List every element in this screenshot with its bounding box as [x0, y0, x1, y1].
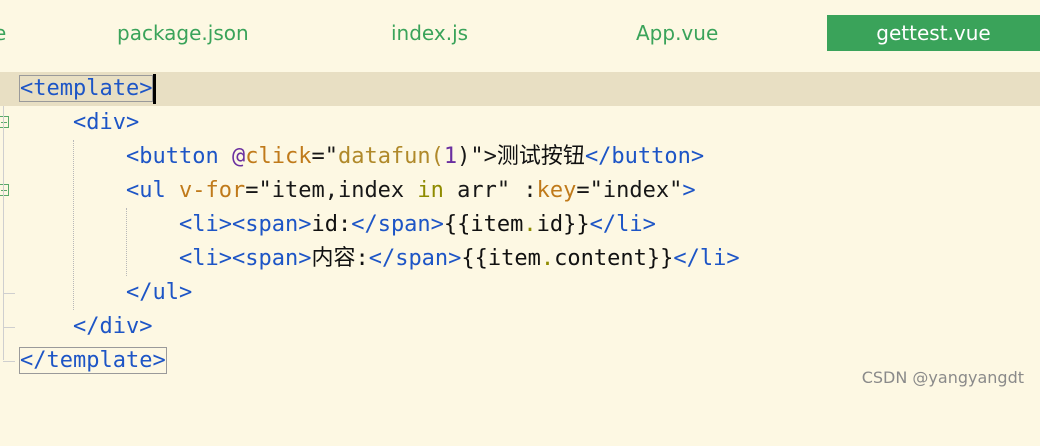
ul-open-tag: <ul — [126, 178, 166, 203]
label-content: 内容: — [311, 246, 369, 271]
attr-eq: =" — [311, 144, 338, 169]
code-line-5[interactable]: <li><span>id:</span>{{item.id}}</li> — [0, 208, 1040, 242]
ul-open-tag-end: > — [682, 178, 696, 203]
attr-v-for: v-for — [179, 178, 246, 203]
template-open-tag-end: > — [139, 76, 153, 101]
button-label-text: 测试按钮 — [496, 144, 585, 169]
dot: . — [523, 212, 537, 237]
code-editor[interactable]: <template> <div> <button @click="datafun… — [0, 72, 1040, 400]
attr-value-fn: datafun( — [337, 144, 444, 169]
text-caret — [153, 74, 157, 104]
key-value: ="index" — [576, 178, 683, 203]
mustache-close: }} — [563, 212, 590, 237]
label-id: id: — [311, 212, 352, 237]
mustache-open: {{item — [443, 212, 524, 237]
attr-value-end: )"> — [457, 144, 497, 169]
li-close: </li> — [589, 212, 656, 237]
attr-key: key — [536, 178, 577, 203]
prop-content: content — [554, 246, 647, 271]
mustache-open: {{item — [461, 246, 541, 271]
span-close: </span> — [351, 212, 444, 237]
tab-gettest-vue[interactable]: gettest.vue — [827, 15, 1040, 51]
keyword-in: in — [417, 178, 444, 203]
tab-package-json[interactable]: package.json — [117, 15, 249, 51]
tab-index-js[interactable]: index.js — [391, 15, 468, 51]
ul-close-tag: </ul> — [126, 280, 193, 305]
button-close-tag: </button> — [584, 144, 705, 169]
code-line-4[interactable]: <ul v-for="item,index in arr" :key="inde… — [0, 174, 1040, 208]
attr-click: click — [245, 144, 312, 169]
template-open-tag: <template — [20, 76, 140, 101]
tab-app-vue[interactable]: App.vue — [636, 15, 718, 51]
code-line-6[interactable]: <li><span>内容:</span>{{item.content}}</li… — [0, 242, 1040, 276]
watermark: CSDN @yangyangdt — [861, 368, 1024, 387]
code-line-2[interactable]: <div> — [0, 106, 1040, 140]
span-close: </span> — [368, 246, 462, 271]
tab-truncated[interactable]: e — [0, 15, 6, 51]
code-line-8[interactable]: </div> — [0, 310, 1040, 344]
v-for-value: ="item,index — [245, 178, 418, 203]
mustache-close: }} — [646, 246, 674, 271]
code-line-1[interactable]: <template> — [0, 72, 1040, 106]
button-open-tag: <button — [126, 144, 219, 169]
v-for-value-rest: arr" : — [443, 178, 537, 203]
attr-at: @ — [231, 144, 246, 169]
attr-value-number: 1 — [443, 144, 458, 169]
prop-id: id — [536, 212, 564, 237]
li-close: </li> — [673, 246, 740, 271]
code-line-7[interactable]: </ul> — [0, 276, 1040, 310]
template-close-tag-end: > — [152, 348, 166, 373]
div-open-tag: <div> — [73, 110, 140, 135]
code-line-3[interactable]: <button @click="datafun(1)">测试按钮</button… — [0, 140, 1040, 174]
template-close-tag: </template — [20, 348, 153, 373]
editor-tab-bar: e package.json index.js App.vue gettest.… — [0, 0, 1040, 68]
dot: . — [540, 246, 555, 271]
li-span-open: <li><span> — [179, 212, 312, 237]
div-close-tag: </div> — [73, 314, 153, 339]
li-span-open: <li><span> — [179, 246, 312, 271]
